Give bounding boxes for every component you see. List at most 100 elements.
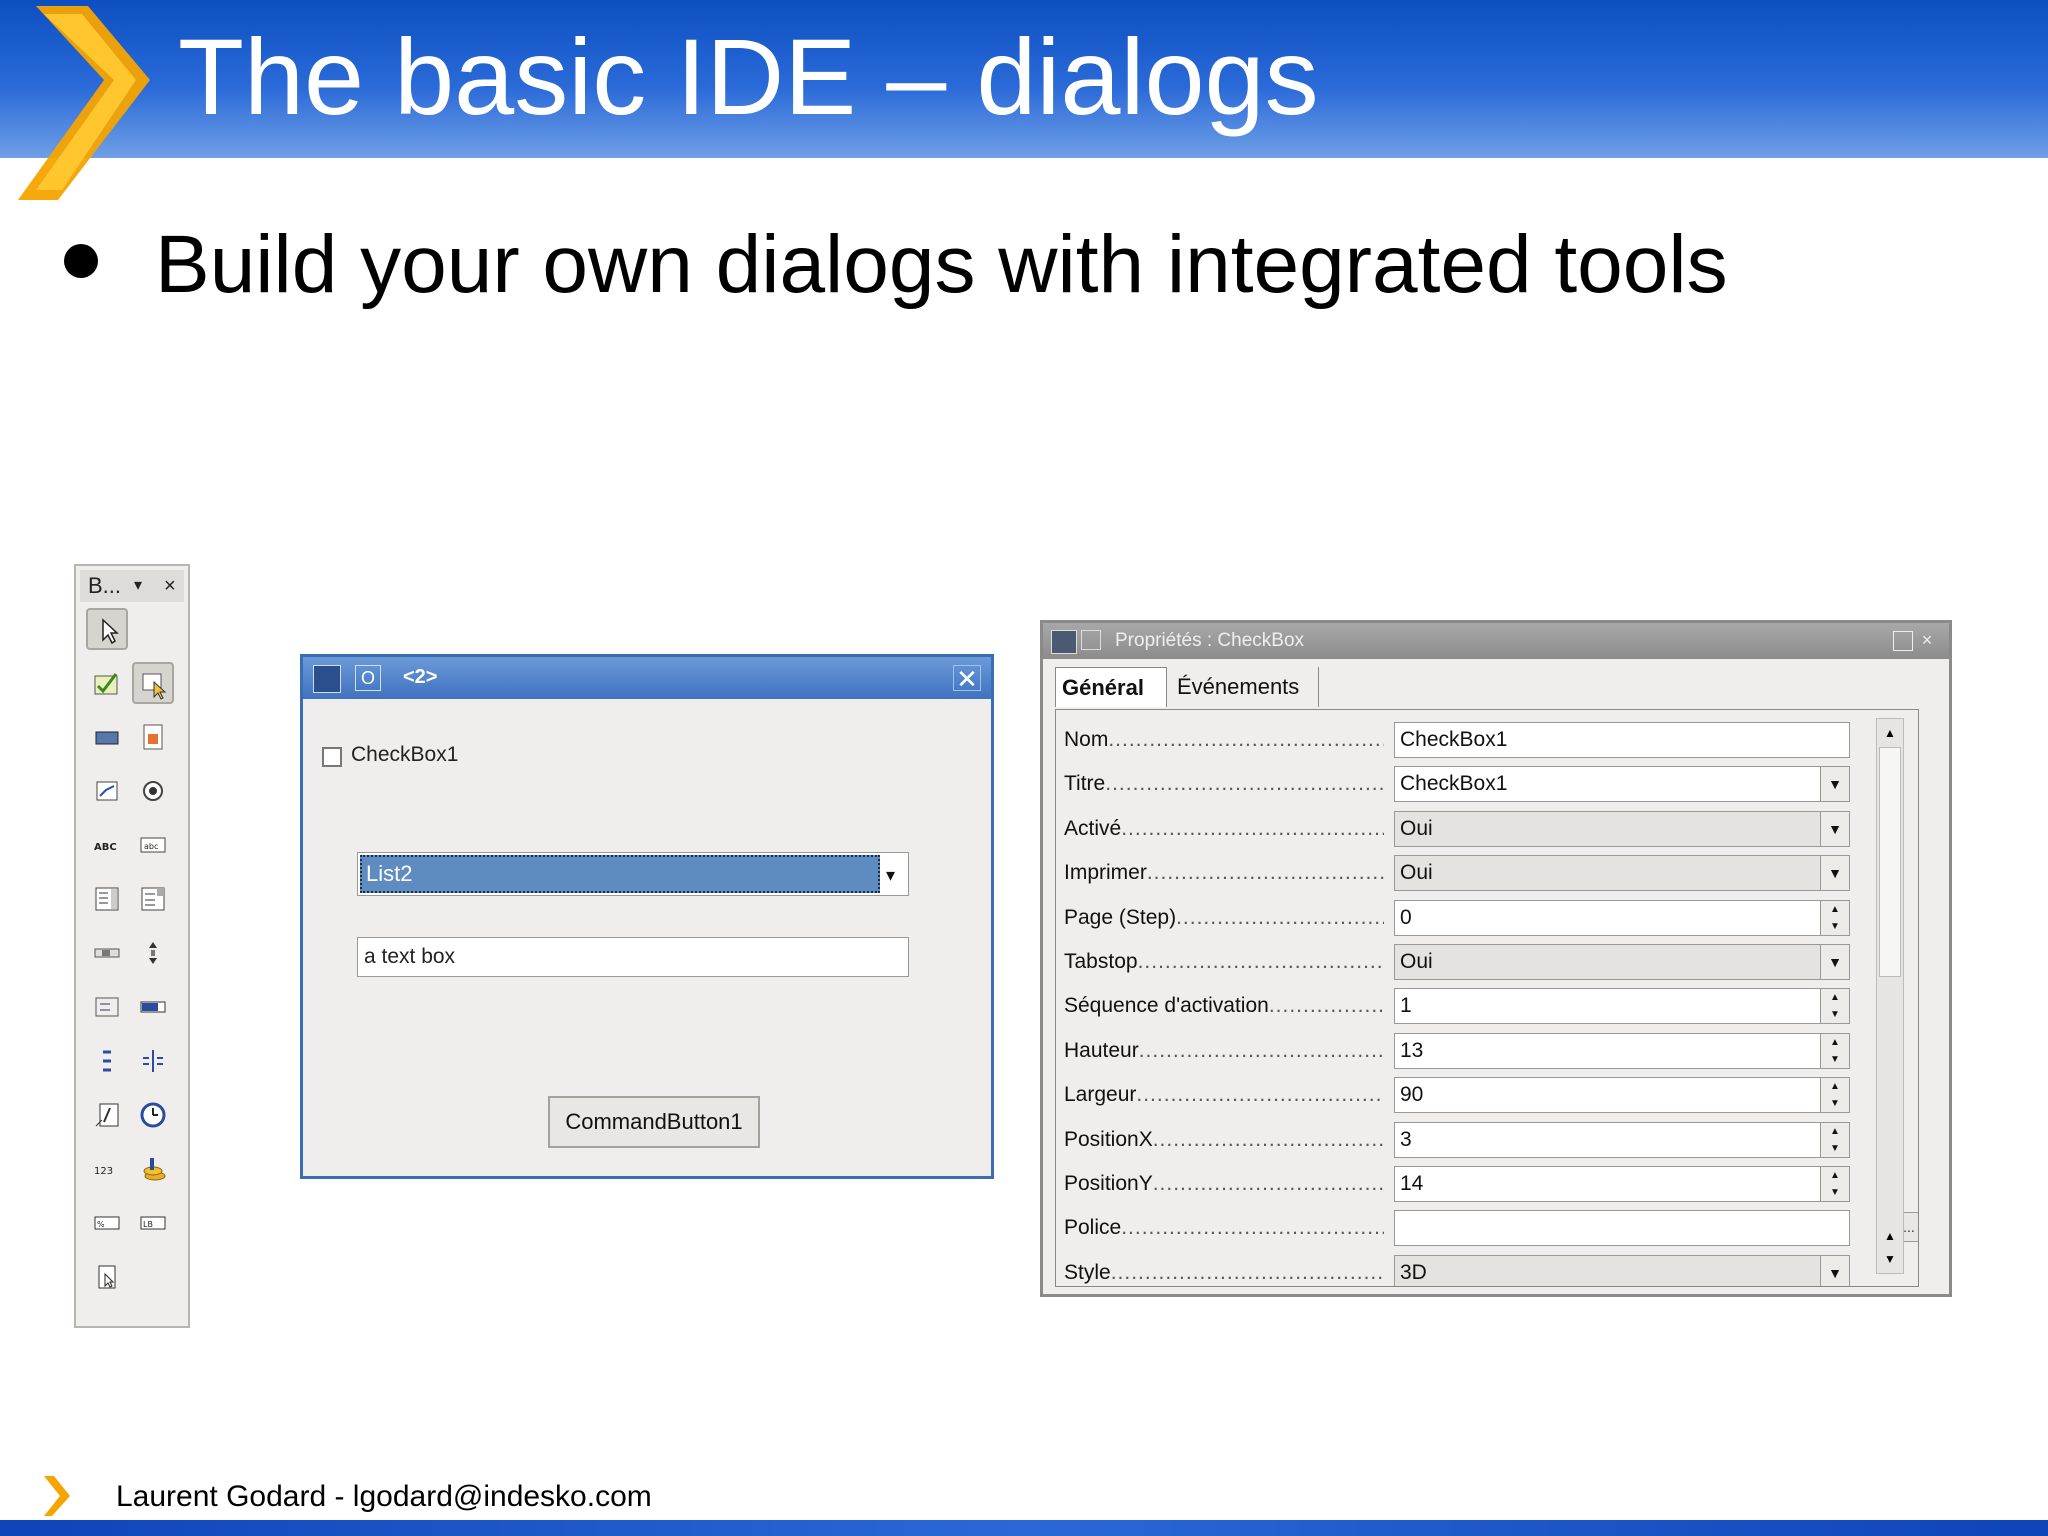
spin-buttons[interactable]: ▲ ▼ [1820,900,1849,935]
chevron-down-icon[interactable]: ▼ [1820,1255,1849,1286]
property-value[interactable]: 3D [1400,1261,1427,1284]
spin-down-icon[interactable]: ▼ [1821,1095,1849,1112]
chevron-down-icon[interactable]: ▾ [134,570,142,602]
spin-up-icon[interactable]: ▲ [1821,989,1849,1006]
vertical-scrollbar[interactable]: ▲ ▲ ▼ [1876,718,1904,1274]
text-box-tool[interactable]: abc [132,824,174,866]
scroll-up-icon[interactable]: ▲ [1879,721,1901,745]
button-tool[interactable] [86,716,128,758]
checkbox-label[interactable]: CheckBox1 [351,743,458,767]
checkbox[interactable] [322,747,342,767]
property-value[interactable]: 1 [1400,994,1412,1017]
file-icon [98,1265,116,1289]
property-value-field[interactable]: 14 ▲ ▼ [1394,1166,1850,1202]
close-icon[interactable]: × [1917,631,1937,651]
scrollbar-thumb[interactable] [1879,747,1901,977]
test-mode-tool[interactable] [132,662,174,704]
chevron-down-icon[interactable]: ▼ [1820,767,1849,802]
property-value-field[interactable]: Oui ▼ [1394,810,1850,847]
combo-box-tool[interactable] [132,878,174,920]
property-value-field[interactable]: Oui ▼ [1394,855,1850,892]
vertical-scrollbar-tool[interactable] [132,932,174,974]
progress-bar-tool[interactable] [132,986,174,1028]
dialog-o-button[interactable]: O [355,665,381,691]
property-value[interactable]: 0 [1400,906,1412,929]
property-value[interactable]: Oui [1400,950,1433,973]
property-value-field[interactable]: 3D ▼ [1394,1254,1850,1286]
pin-icon[interactable] [1081,630,1101,650]
edit-mode-tool[interactable] [86,662,128,704]
chevron-down-icon[interactable]: ▾ [886,865,895,886]
file-selection-tool[interactable] [86,1256,128,1298]
window-menu-icon[interactable] [1051,630,1077,654]
spin-buttons[interactable]: ▲ ▼ [1820,989,1849,1024]
spin-up-icon[interactable]: ▲ [1821,1078,1849,1095]
list-box-value[interactable]: List2 [360,855,880,893]
tab-general[interactable]: Général [1055,667,1167,707]
window-menu-icon[interactable] [313,665,341,693]
spin-down-icon[interactable]: ▼ [1821,1140,1849,1157]
pattern-field-tool[interactable]: LB [132,1202,174,1244]
checkbox-tool[interactable] [86,770,128,812]
spin-buttons[interactable]: ▲ ▼ [1820,1033,1849,1068]
spin-buttons[interactable]: ▲ ▼ [1820,1078,1849,1113]
spin-buttons[interactable]: ▲ ▼ [1820,1122,1849,1157]
property-value[interactable]: 13 [1400,1039,1423,1062]
property-value-field[interactable]: Oui ▼ [1394,944,1850,980]
list-box-tool[interactable] [86,878,128,920]
spin-up-icon[interactable]: ▲ [1821,1034,1849,1051]
maximize-icon[interactable] [1893,631,1913,651]
list-box[interactable]: List2 ▾ [357,852,909,896]
property-value-field[interactable]: 90 ▲ ▼ [1394,1077,1850,1114]
dialog-titlebar[interactable]: O <2> ✕ [303,657,991,699]
close-icon[interactable]: × [164,570,176,602]
property-value-field[interactable]: 3 ▲ ▼ [1394,1121,1850,1158]
currency-field-tool[interactable] [132,1148,174,1190]
vertical-line-tool[interactable] [132,1040,174,1082]
chevron-down-icon[interactable]: ▼ [1820,856,1849,891]
tab-events[interactable]: Événements [1171,667,1319,707]
formatted-field-tool[interactable]: % [86,1202,128,1244]
numeric-field-tool[interactable]: 123 [86,1148,128,1190]
property-value-field[interactable]: 1 ▲ ▼ [1394,988,1850,1025]
properties-titlebar[interactable]: Propriétés : CheckBox × [1043,623,1949,659]
chevron-down-icon[interactable]: ▼ [1820,945,1849,979]
scroll-up-icon[interactable]: ▲ [1879,1225,1901,1247]
property-value[interactable]: 90 [1400,1083,1423,1106]
close-icon[interactable]: ✕ [953,665,981,692]
text-box[interactable]: a text box [357,937,909,977]
horizontal-scrollbar-tool[interactable] [86,932,128,974]
property-value-field[interactable]: 0 ▲ ▼ [1394,899,1850,936]
select-tool[interactable] [86,608,128,650]
label-tool[interactable]: ABC [86,824,128,866]
property-label: Style...................................… [1064,1261,1384,1285]
property-value-field[interactable]: CheckBox1 ▼ [1394,766,1850,803]
time-field-tool[interactable] [132,1094,174,1136]
group-box-tool[interactable] [86,986,128,1028]
property-value-field[interactable]: CheckBox1 [1394,722,1850,758]
property-value[interactable]: Oui [1400,817,1433,840]
option-button-tool[interactable] [132,770,174,812]
property-value[interactable]: Oui [1400,861,1433,884]
property-value-field[interactable]: 13 ▲ ▼ [1394,1032,1850,1069]
chevron-down-icon[interactable]: ▼ [1820,811,1849,846]
spin-down-icon[interactable]: ▼ [1821,918,1849,935]
property-value[interactable]: CheckBox1 [1400,728,1507,751]
spin-buttons[interactable]: ▲ ▼ [1820,1167,1849,1201]
date-field-tool[interactable] [86,1094,128,1136]
spin-down-icon[interactable]: ▼ [1821,1184,1849,1201]
horizontal-line-tool[interactable] [86,1040,128,1082]
property-value-field[interactable] [1394,1210,1850,1247]
spin-up-icon[interactable]: ▲ [1821,1167,1849,1184]
spin-up-icon[interactable]: ▲ [1821,1123,1849,1140]
spin-up-icon[interactable]: ▲ [1821,901,1849,918]
scroll-down-icon[interactable]: ▼ [1879,1247,1901,1271]
spin-down-icon[interactable]: ▼ [1821,1006,1849,1023]
toolbox-titlebar[interactable]: B... ▾ × [80,570,184,602]
property-value[interactable]: CheckBox1 [1400,772,1507,795]
spin-down-icon[interactable]: ▼ [1821,1051,1849,1068]
image-control-tool[interactable] [132,716,174,758]
command-button[interactable]: CommandButton1 [548,1096,760,1148]
property-value[interactable]: 3 [1400,1128,1412,1151]
property-value[interactable]: 14 [1400,1172,1423,1195]
